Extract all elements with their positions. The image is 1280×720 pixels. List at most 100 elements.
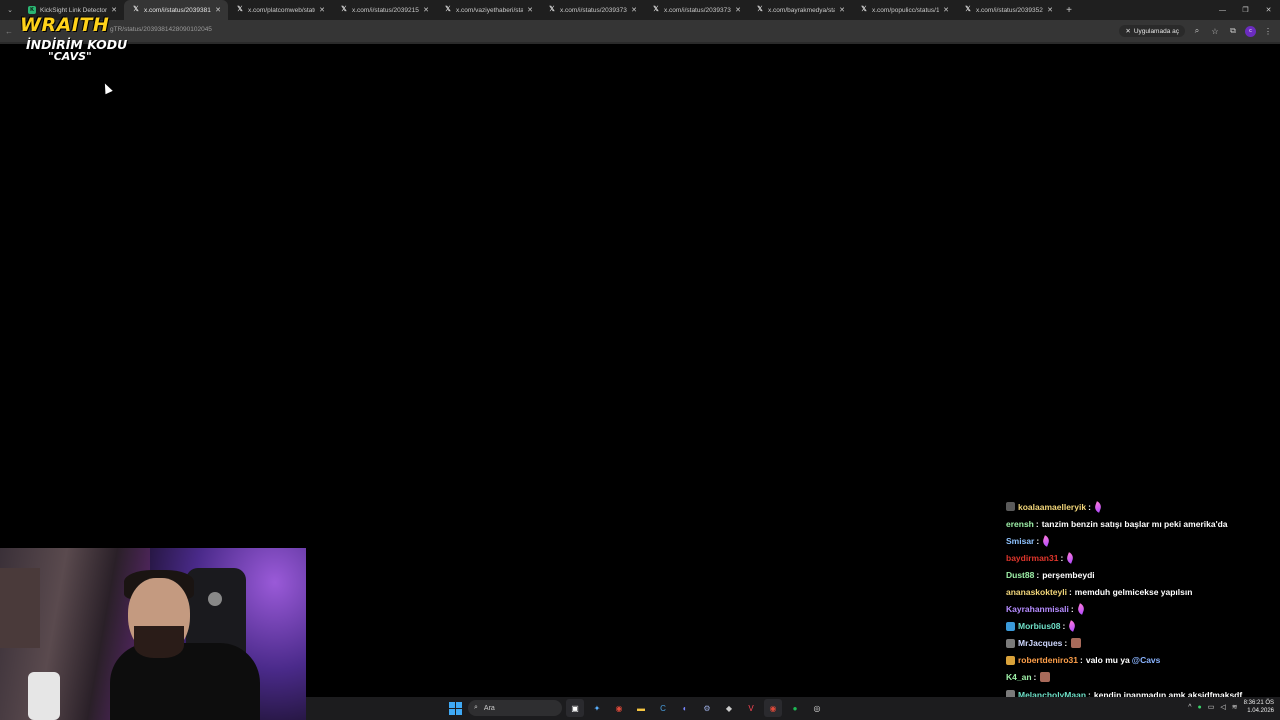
chat-username[interactable]: Morbius08 [1018, 621, 1061, 631]
sponsor-brand: WRAITH [20, 14, 110, 36]
tab-close-icon[interactable]: ✕ [838, 6, 846, 14]
wifi-icon[interactable]: ≋ [1232, 703, 1238, 711]
browser-tab[interactable]: 𝕏x.com/i/status/20393814 ✕ [124, 0, 228, 20]
x-icon: 𝕏 [445, 6, 451, 13]
browser-tab[interactable]: 𝕏x.com/i/status/2039215117✕ [332, 0, 436, 20]
x-icon: 𝕏 [965, 6, 971, 13]
user-badge-icon [1006, 502, 1015, 512]
chair-logo-icon [208, 592, 222, 606]
tab-search-icon[interactable]: ⌄ [0, 0, 20, 20]
task-view-icon[interactable]: ▣ [566, 699, 584, 717]
tab-close-icon[interactable]: ✕ [110, 6, 118, 14]
box-emote-icon [1040, 672, 1051, 683]
tab-close-icon[interactable]: ✕ [1046, 6, 1054, 14]
browser-tab[interactable]: 𝕏x.com/platcomweb/statu ✕ [228, 0, 332, 20]
chrome-active-icon[interactable]: ◉ [764, 699, 782, 717]
profile-avatar[interactable]: c [1245, 25, 1256, 37]
browser-tab[interactable]: 𝕏x.com/populicc/status/19 ✕ [852, 0, 956, 20]
tab-close-icon[interactable]: ✕ [734, 6, 742, 14]
ccleaner-icon[interactable]: C [654, 699, 672, 717]
copilot-icon[interactable]: ✦ [588, 699, 606, 717]
open-in-app-button[interactable]: ✕ Uygulamada aç [1119, 25, 1185, 37]
chat-username[interactable]: robertdeniro31 [1018, 655, 1078, 665]
chat-separator: : [1036, 535, 1040, 546]
webcam-background-shelf [0, 568, 40, 648]
chat-username[interactable]: koalaamaelleryik [1018, 502, 1086, 512]
restore-icon[interactable]: ❐ [1234, 0, 1257, 20]
minimize-icon[interactable]: — [1211, 0, 1234, 20]
x-icon: 𝕏 [757, 6, 763, 13]
tab-title: x.com/i/status/203937347 [664, 6, 731, 14]
clock[interactable]: 8:36:21 ÖS 1.04.2026 [1244, 699, 1274, 715]
steam-icon[interactable]: ⚙ [698, 699, 716, 717]
microphone-icon[interactable]: ● [1198, 704, 1202, 711]
feather-emote-icon [1041, 535, 1051, 547]
spotify-icon[interactable]: ● [786, 699, 804, 717]
discord-icon[interactable]: ◐ [676, 699, 694, 717]
chat-message: MrJacques: [1006, 635, 1280, 652]
box-emote-icon [1071, 638, 1082, 649]
tab-title: x.com/vaziyethaberi/statu [456, 6, 523, 14]
close-window-icon[interactable]: ✕ [1257, 0, 1280, 20]
chat-separator: : [1088, 501, 1091, 512]
tray-overflow-icon[interactable]: ^ [1188, 704, 1191, 711]
start-button[interactable] [446, 699, 464, 717]
user-badge-icon [1006, 621, 1015, 631]
chat-separator: : [1064, 638, 1068, 649]
chat-username[interactable]: Dust88 [1006, 570, 1034, 580]
tab-close-icon[interactable]: ✕ [942, 6, 950, 14]
chat-separator: : [1080, 655, 1083, 666]
webcam-person-body [110, 643, 260, 720]
menu-kebab-icon[interactable]: ⋮ [1262, 27, 1274, 36]
browser-tab[interactable]: 𝕏x.com/bayrakmedya/statu ✕ [748, 0, 852, 20]
webcam-paper-roll [28, 672, 60, 720]
tab-title: x.com/platcomweb/statu [248, 6, 315, 14]
taskbar-search[interactable]: ⌕ Ara [468, 700, 562, 716]
tab-close-icon[interactable]: ✕ [318, 6, 326, 14]
browser-tab[interactable]: 𝕏x.com/i/status/20393529 ✕ [956, 0, 1060, 20]
chat-separator: : [1070, 604, 1074, 615]
new-tab-icon[interactable]: + [1060, 5, 1078, 16]
user-badge-icon [1006, 655, 1015, 665]
chat-username[interactable]: Smisar [1006, 536, 1034, 546]
volume-icon[interactable]: ◁ [1220, 703, 1225, 711]
clock-time: 8:36:21 ÖS [1243, 700, 1274, 706]
extensions-icon[interactable]: ⧉ [1227, 26, 1239, 36]
x-icon: 𝕏 [861, 6, 867, 13]
chat-message: Dust88: perşembeydi [1006, 566, 1280, 583]
tab-title: KickSight Link Detector [40, 6, 107, 14]
chat-username[interactable]: Kayrahanmisali [1006, 604, 1069, 614]
chat-mention[interactable]: @Cavs [1132, 655, 1161, 665]
chat-username[interactable]: MrJacques [1018, 638, 1062, 648]
chat-username[interactable]: baydirman31 [1006, 553, 1058, 563]
chrome-icon[interactable]: ◉ [610, 699, 628, 717]
file-explorer-icon[interactable]: ▬ [632, 699, 650, 717]
x-icon: 𝕏 [133, 6, 139, 13]
browser-tab[interactable]: 𝕏x.com/i/status/203937347 ✕ [644, 0, 748, 20]
app-icon[interactable]: ◆ [720, 699, 738, 717]
browser-tab[interactable]: 𝕏x.com/i/status/203937303 ✕ [540, 0, 644, 20]
chat-username[interactable]: ananaskokteyli [1006, 587, 1067, 597]
taskbar: ⌕ Ara ▣ ✦ ◉ ▬ C ◐ ⚙ ◆ V ◉ ● ◎ ^ ● ▭ ◁ ≋ … [306, 697, 1280, 720]
bookmark-star-icon[interactable]: ☆ [1209, 27, 1221, 36]
back-icon[interactable]: ← [0, 27, 18, 36]
chat-username[interactable]: K4_an [1006, 672, 1032, 682]
feather-emote-icon [1093, 500, 1103, 513]
tab-close-icon[interactable]: ✕ [422, 6, 430, 14]
zoom-icon[interactable]: ⌕ [1191, 26, 1203, 36]
close-icon[interactable]: ✕ [1125, 27, 1130, 35]
feather-emote-icon [1067, 620, 1077, 632]
chat-overlay: koalaamaelleryik: erensh: tanzim benzin sa… [1006, 498, 1280, 720]
browser-tab[interactable]: 𝕏x.com/vaziyethaberi/statu ✕ [436, 0, 540, 20]
tab-close-icon[interactable]: ✕ [630, 6, 638, 14]
tab-title: x.com/i/status/20393529 [976, 6, 1043, 14]
chat-message: Morbius08: [1006, 618, 1280, 635]
network-icon[interactable]: ▭ [1208, 703, 1215, 711]
chat-username[interactable]: erensh [1006, 519, 1034, 529]
tab-close-icon[interactable]: ✕ [214, 6, 222, 14]
valorant-icon[interactable]: V [742, 699, 760, 717]
tab-list: K KickSight Link Detector ✕ 𝕏x.com/i/status… [20, 0, 1060, 20]
x-icon: 𝕏 [237, 6, 243, 13]
obs-icon[interactable]: ◎ [808, 699, 826, 717]
tab-close-icon[interactable]: ✕ [526, 6, 534, 14]
